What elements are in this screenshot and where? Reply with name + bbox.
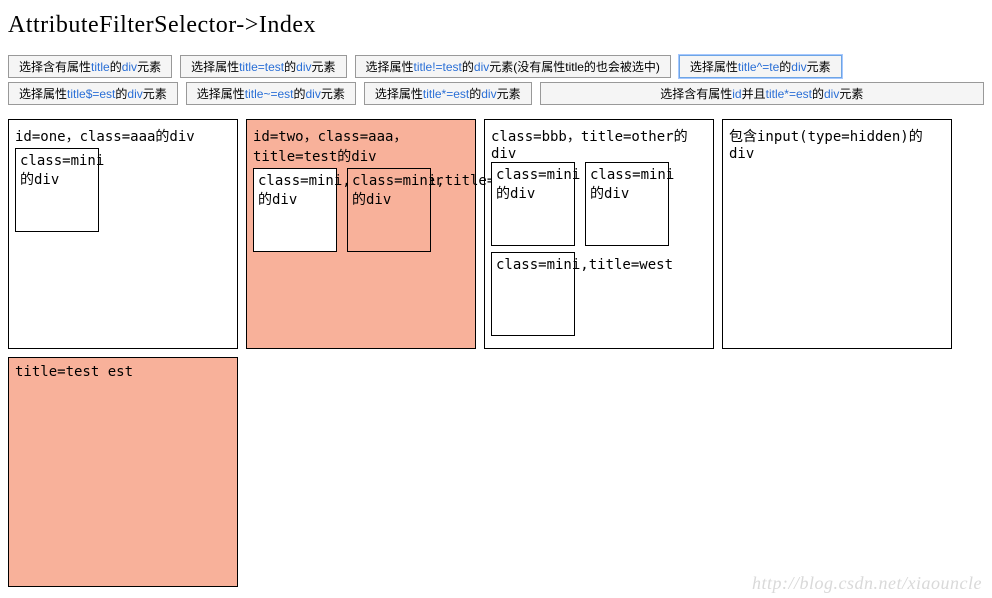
btn-text: 选择属性: [191, 60, 239, 74]
btn-text: 选择含有属性: [660, 87, 732, 101]
btn-highlight: title~=est: [245, 87, 294, 101]
mini-box: class=mini,title=other的div: [253, 168, 337, 252]
box-one: id=one，class=aaa的div class=mini的div: [8, 119, 238, 349]
button-row-1: 选择含有属性title的div元素选择属性title=test的div元素选择属…: [8, 55, 984, 78]
box-four: 包含input(type=hidden)的div: [722, 119, 952, 349]
btn-text: 元素: [839, 87, 863, 101]
box-label: id=two，class=aaa，title=test的div: [253, 126, 469, 166]
btn-highlight: title=test: [239, 60, 284, 74]
row1-button-2[interactable]: 选择属性title!=test的div元素(没有属性title的也会被选中): [355, 55, 671, 78]
row2-button-1[interactable]: 选择属性title~=est的div元素: [186, 82, 356, 105]
btn-text: 选择属性: [197, 87, 245, 101]
row2-button-0[interactable]: 选择属性title$=est的div元素: [8, 82, 178, 105]
mini-box: class=mini的div: [585, 162, 669, 246]
row1-button-0[interactable]: 选择含有属性title的div元素: [8, 55, 172, 78]
btn-text: 的: [110, 60, 122, 74]
btn-text: 元素: [807, 60, 831, 74]
box-five: title=test est: [8, 357, 238, 587]
btn-text: 元素: [497, 87, 521, 101]
boxes-container: id=one，class=aaa的div class=mini的div id=t…: [8, 119, 984, 587]
box-label: title=test est: [15, 364, 231, 380]
btn-highlight: id: [732, 87, 741, 101]
btn-text: 的: [293, 87, 305, 101]
row1-button-1[interactable]: 选择属性title=test的div元素: [180, 55, 346, 78]
btn-highlight: title*=est: [766, 87, 812, 101]
btn-div: div: [474, 60, 489, 74]
btn-text: 并且: [742, 87, 766, 101]
btn-highlight: title: [91, 60, 110, 74]
btn-text: 的: [284, 60, 296, 74]
btn-highlight: title*=est: [423, 87, 469, 101]
btn-text: 元素: [311, 60, 335, 74]
mini-box: class=mini,title=west: [491, 252, 575, 336]
btn-highlight: title!=test: [414, 60, 462, 74]
btn-div: div: [481, 87, 496, 101]
btn-text: 选择属性: [375, 87, 423, 101]
btn-div: div: [127, 87, 142, 101]
btn-div: div: [122, 60, 137, 74]
mini-box: class=mini的div: [15, 148, 99, 232]
btn-text: 元素(没有属性title的也会被选中): [489, 60, 660, 74]
btn-div: div: [824, 87, 839, 101]
btn-div: div: [296, 60, 311, 74]
btn-div: div: [791, 60, 806, 74]
box-label: 包含input(type=hidden)的div: [729, 126, 945, 162]
btn-highlight: title^=te: [738, 60, 779, 74]
page-title: AttributeFilterSelector->Index: [8, 12, 984, 39]
btn-text: 的: [812, 87, 824, 101]
btn-text: 元素: [143, 87, 167, 101]
btn-text: 选择含有属性: [19, 60, 91, 74]
btn-text: 选择属性: [366, 60, 414, 74]
box-label: class=bbb，title=other的div: [491, 126, 707, 162]
row1-button-3[interactable]: 选择属性title^=te的div元素: [679, 55, 842, 78]
btn-text: 的: [462, 60, 474, 74]
btn-text: 元素: [137, 60, 161, 74]
btn-text: 选择属性: [19, 87, 67, 101]
btn-text: 的: [115, 87, 127, 101]
row2-button-2[interactable]: 选择属性title*=est的div元素: [364, 82, 532, 105]
box-label: id=one，class=aaa的div: [15, 126, 231, 146]
row2-button-3[interactable]: 选择含有属性id并且title*=est的div元素: [540, 82, 984, 105]
btn-highlight: title$=est: [67, 87, 115, 101]
btn-text: 元素: [321, 87, 345, 101]
btn-div: div: [306, 87, 321, 101]
mini-box: class=mini的div: [491, 162, 575, 246]
box-three: class=bbb，title=other的div class=mini的div…: [484, 119, 714, 349]
box-two: id=two，class=aaa，title=test的div class=mi…: [246, 119, 476, 349]
button-row-2: 选择属性title$=est的div元素选择属性title~=est的div元素…: [8, 82, 984, 105]
btn-text: 的: [469, 87, 481, 101]
mini-box: class=mini,title=test的div: [347, 168, 431, 252]
btn-text: 选择属性: [690, 60, 738, 74]
btn-text: 的: [779, 60, 791, 74]
